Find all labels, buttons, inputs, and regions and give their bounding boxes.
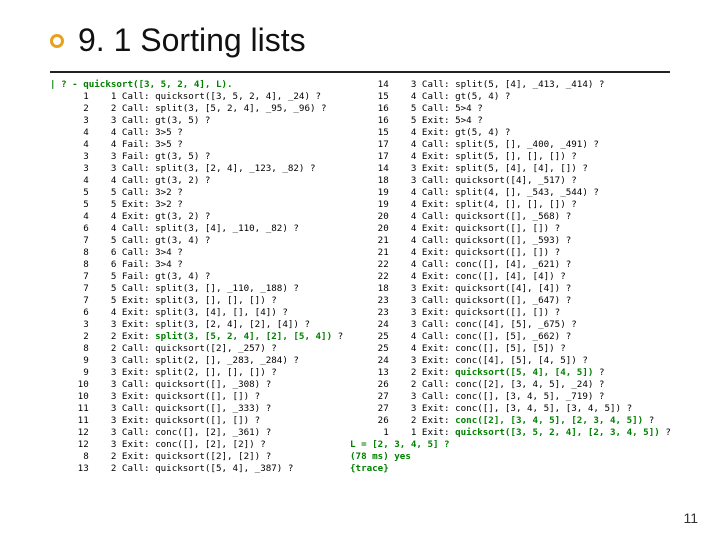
trace-line: 23 3 Exit: quicksort([], []) ? — [350, 307, 560, 318]
page-number: 11 — [683, 510, 698, 526]
trace-line: 4 4 Exit: gt(3, 2) ? — [50, 211, 210, 222]
trace-line: 6 4 Call: split(3, [4], _110, _82) ? — [50, 223, 299, 234]
trace-line: 22 4 Exit: conc([], [4], [4]) ? — [350, 271, 566, 282]
trace-line: 3 3 Call: split(3, [2, 4], _123, _82) ? — [50, 163, 316, 174]
trace-line: 27 3 Call: conc([], [3, 4, 5], _719) ? — [350, 391, 604, 402]
trace-line: 2 2 Call: split(3, [5, 2, 4], _95, _96) … — [50, 103, 327, 114]
trace-line: 10 3 Call: quicksort([], _308) ? — [50, 379, 271, 390]
trace-line: 4 4 Call: 3>5 ? — [50, 127, 183, 138]
result-line: {trace} — [350, 463, 389, 474]
trace-line: 5 5 Exit: 3>2 ? — [50, 199, 183, 210]
trace-line: 14 3 Call: split(5, [4], _413, _414) ? — [350, 79, 604, 90]
trace-line: 19 4 Exit: split(4, [], [], []) ? — [350, 199, 577, 210]
highlight: conc([2], [3, 4, 5], [2, 3, 4, 5]) — [455, 415, 643, 426]
trace-line: 20 4 Exit: quicksort([], []) ? — [350, 223, 560, 234]
trace-line: ? — [660, 427, 671, 438]
trace-line: 26 2 Exit: — [350, 415, 455, 426]
result-line: (78 ms) yes — [350, 451, 411, 462]
trace-line: 7 5 Call: split(3, [], _110, _188) ? — [50, 283, 299, 294]
trace-line: 13 2 Call: quicksort([5, 4], _387) ? — [50, 463, 293, 474]
trace-line: 13 2 Exit: — [350, 367, 455, 378]
trace-line: 8 2 Call: quicksort([2], _257) ? — [50, 343, 277, 354]
trace-line: 25 4 Call: conc([], [5], _662) ? — [350, 331, 571, 342]
trace-line: 14 3 Exit: split(5, [4], [4], []) ? — [350, 163, 588, 174]
title-row: 9. 1 Sorting lists — [0, 0, 720, 67]
trace-line: ? — [643, 415, 654, 426]
trace-line: ? — [332, 331, 343, 342]
trace-line: 20 4 Call: quicksort([], _568) ? — [350, 211, 571, 222]
trace-line: 23 3 Call: quicksort([], _647) ? — [350, 295, 571, 306]
trace-line: 17 4 Call: split(5, [], _400, _491) ? — [350, 139, 599, 150]
trace-line: 2 2 Exit: — [50, 331, 155, 342]
highlight: split(3, [5, 2, 4], [2], [5, 4]) — [155, 331, 332, 342]
trace-line: 25 4 Exit: conc([], [5], [5]) ? — [350, 343, 566, 354]
trace-line: 7 5 Call: gt(3, 4) ? — [50, 235, 210, 246]
trace-line: 12 3 Call: conc([], [2], _361) ? — [50, 427, 271, 438]
trace-line: 8 2 Exit: quicksort([2], [2]) ? — [50, 451, 271, 462]
trace-line: 24 3 Call: conc([4], [5], _675) ? — [350, 319, 577, 330]
trace-line: 4 4 Fail: 3>5 ? — [50, 139, 183, 150]
highlight: quicksort([5, 4], [4, 5]) — [455, 367, 593, 378]
trace-col-1: | ? - quicksort([3, 5, 2, 4], L). 1 1 Ca… — [50, 79, 350, 475]
trace-line: 16 5 Call: 5>4 ? — [350, 103, 483, 114]
query-line: | ? - quicksort([3, 5, 2, 4], L). — [50, 79, 233, 90]
trace-line: 7 5 Exit: split(3, [], [], []) ? — [50, 295, 277, 306]
trace-line: 12 3 Exit: conc([], [2], [2]) ? — [50, 439, 266, 450]
trace-line: 21 4 Call: quicksort([], _593) ? — [350, 235, 571, 246]
trace-line: 17 4 Exit: split(5, [], [], []) ? — [350, 151, 577, 162]
trace-line: 26 2 Call: conc([2], [3, 4, 5], _24) ? — [350, 379, 604, 390]
trace-line: 6 4 Exit: split(3, [4], [], [4]) ? — [50, 307, 288, 318]
trace-line: 4 4 Call: gt(3, 2) ? — [50, 175, 210, 186]
trace-line: 3 3 Exit: split(3, [2, 4], [2], [4]) ? — [50, 319, 310, 330]
slide: 9. 1 Sorting lists | ? - quicksort([3, 5… — [0, 0, 720, 540]
trace-line: 22 4 Call: conc([], [4], _621) ? — [350, 259, 571, 270]
trace-line: 11 3 Exit: quicksort([], []) ? — [50, 415, 260, 426]
trace-line: 11 3 Call: quicksort([], _333) ? — [50, 403, 271, 414]
slide-title: 9. 1 Sorting lists — [78, 22, 306, 59]
trace-line: 24 3 Exit: conc([4], [5], [4, 5]) ? — [350, 355, 588, 366]
trace-line: 18 3 Call: quicksort([4], _517) ? — [350, 175, 577, 186]
trace-line: 9 3 Exit: split(2, [], [], []) ? — [50, 367, 277, 378]
result-line: L = [2, 3, 4, 5] ? — [350, 439, 450, 450]
trace-line: 7 5 Fail: gt(3, 4) ? — [50, 271, 210, 282]
trace-line: 10 3 Exit: quicksort([], []) ? — [50, 391, 260, 402]
trace-line: 15 4 Exit: gt(5, 4) ? — [350, 127, 510, 138]
divider — [50, 71, 670, 73]
trace-line: 16 5 Exit: 5>4 ? — [350, 115, 483, 126]
trace-line: 21 4 Exit: quicksort([], []) ? — [350, 247, 560, 258]
trace-line: 8 6 Call: 3>4 ? — [50, 247, 183, 258]
trace-line: 15 4 Call: gt(5, 4) ? — [350, 91, 510, 102]
trace-line: 27 3 Exit: conc([], [3, 4, 5], [3, 4, 5]… — [350, 403, 632, 414]
trace-line: 3 3 Call: gt(3, 5) ? — [50, 115, 210, 126]
trace-line: 3 3 Fail: gt(3, 5) ? — [50, 151, 210, 162]
highlight: quicksort([3, 5, 2, 4], [2, 3, 4, 5]) — [455, 427, 660, 438]
trace-line: 18 3 Exit: quicksort([4], [4]) ? — [350, 283, 571, 294]
trace-line: ? — [593, 367, 604, 378]
trace-line: 1 1 Call: quicksort([3, 5, 2, 4], _24) ? — [50, 91, 321, 102]
trace-line: 5 5 Call: 3>2 ? — [50, 187, 183, 198]
trace-body: | ? - quicksort([3, 5, 2, 4], L). 1 1 Ca… — [0, 79, 720, 475]
trace-line: 9 3 Call: split(2, [], _283, _284) ? — [50, 355, 299, 366]
trace-line: 8 6 Fail: 3>4 ? — [50, 259, 183, 270]
trace-line: 1 1 Exit: — [350, 427, 455, 438]
trace-line: 19 4 Call: split(4, [], _543, _544) ? — [350, 187, 599, 198]
trace-col-2: 14 3 Call: split(5, [4], _413, _414) ? 1… — [350, 79, 650, 475]
bullet-icon — [50, 34, 64, 48]
